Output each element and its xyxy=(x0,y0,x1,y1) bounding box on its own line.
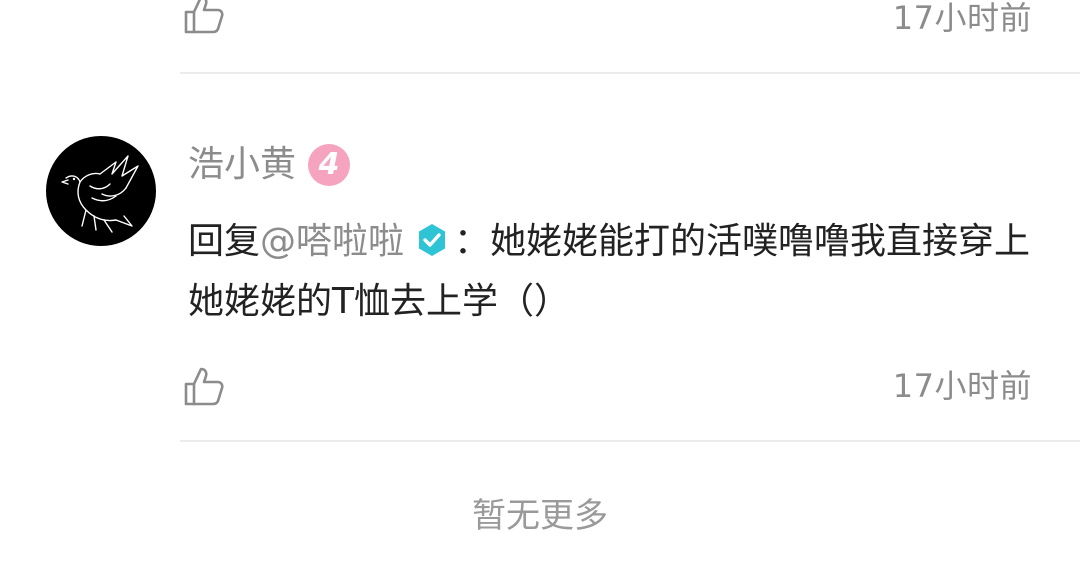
verified-check-icon xyxy=(414,222,450,258)
separator: ： xyxy=(454,221,491,262)
mention-link[interactable]: @嗒啦啦 xyxy=(260,221,404,262)
no-more-label: 暂无更多 xyxy=(472,496,608,536)
divider xyxy=(180,72,1080,74)
comment-text[interactable]: 回复@嗒啦啦 ：她姥姥能打的活噗噜噜我直接穿上她姥姥的T恤去上学（） xyxy=(188,212,1048,332)
avatar[interactable] xyxy=(46,136,156,246)
username-row: 浩小黄 4 xyxy=(188,140,351,190)
like-icon[interactable] xyxy=(182,364,226,408)
divider xyxy=(180,440,1080,442)
username[interactable]: 浩小黄 xyxy=(188,140,296,190)
reply-prefix: 回复 xyxy=(188,221,261,262)
previous-comment-like-icon[interactable] xyxy=(182,0,226,36)
level-badge: 4 xyxy=(308,144,351,186)
previous-comment-time: 17小时前 xyxy=(892,0,1032,37)
comment-time: 17小时前 xyxy=(892,367,1032,405)
